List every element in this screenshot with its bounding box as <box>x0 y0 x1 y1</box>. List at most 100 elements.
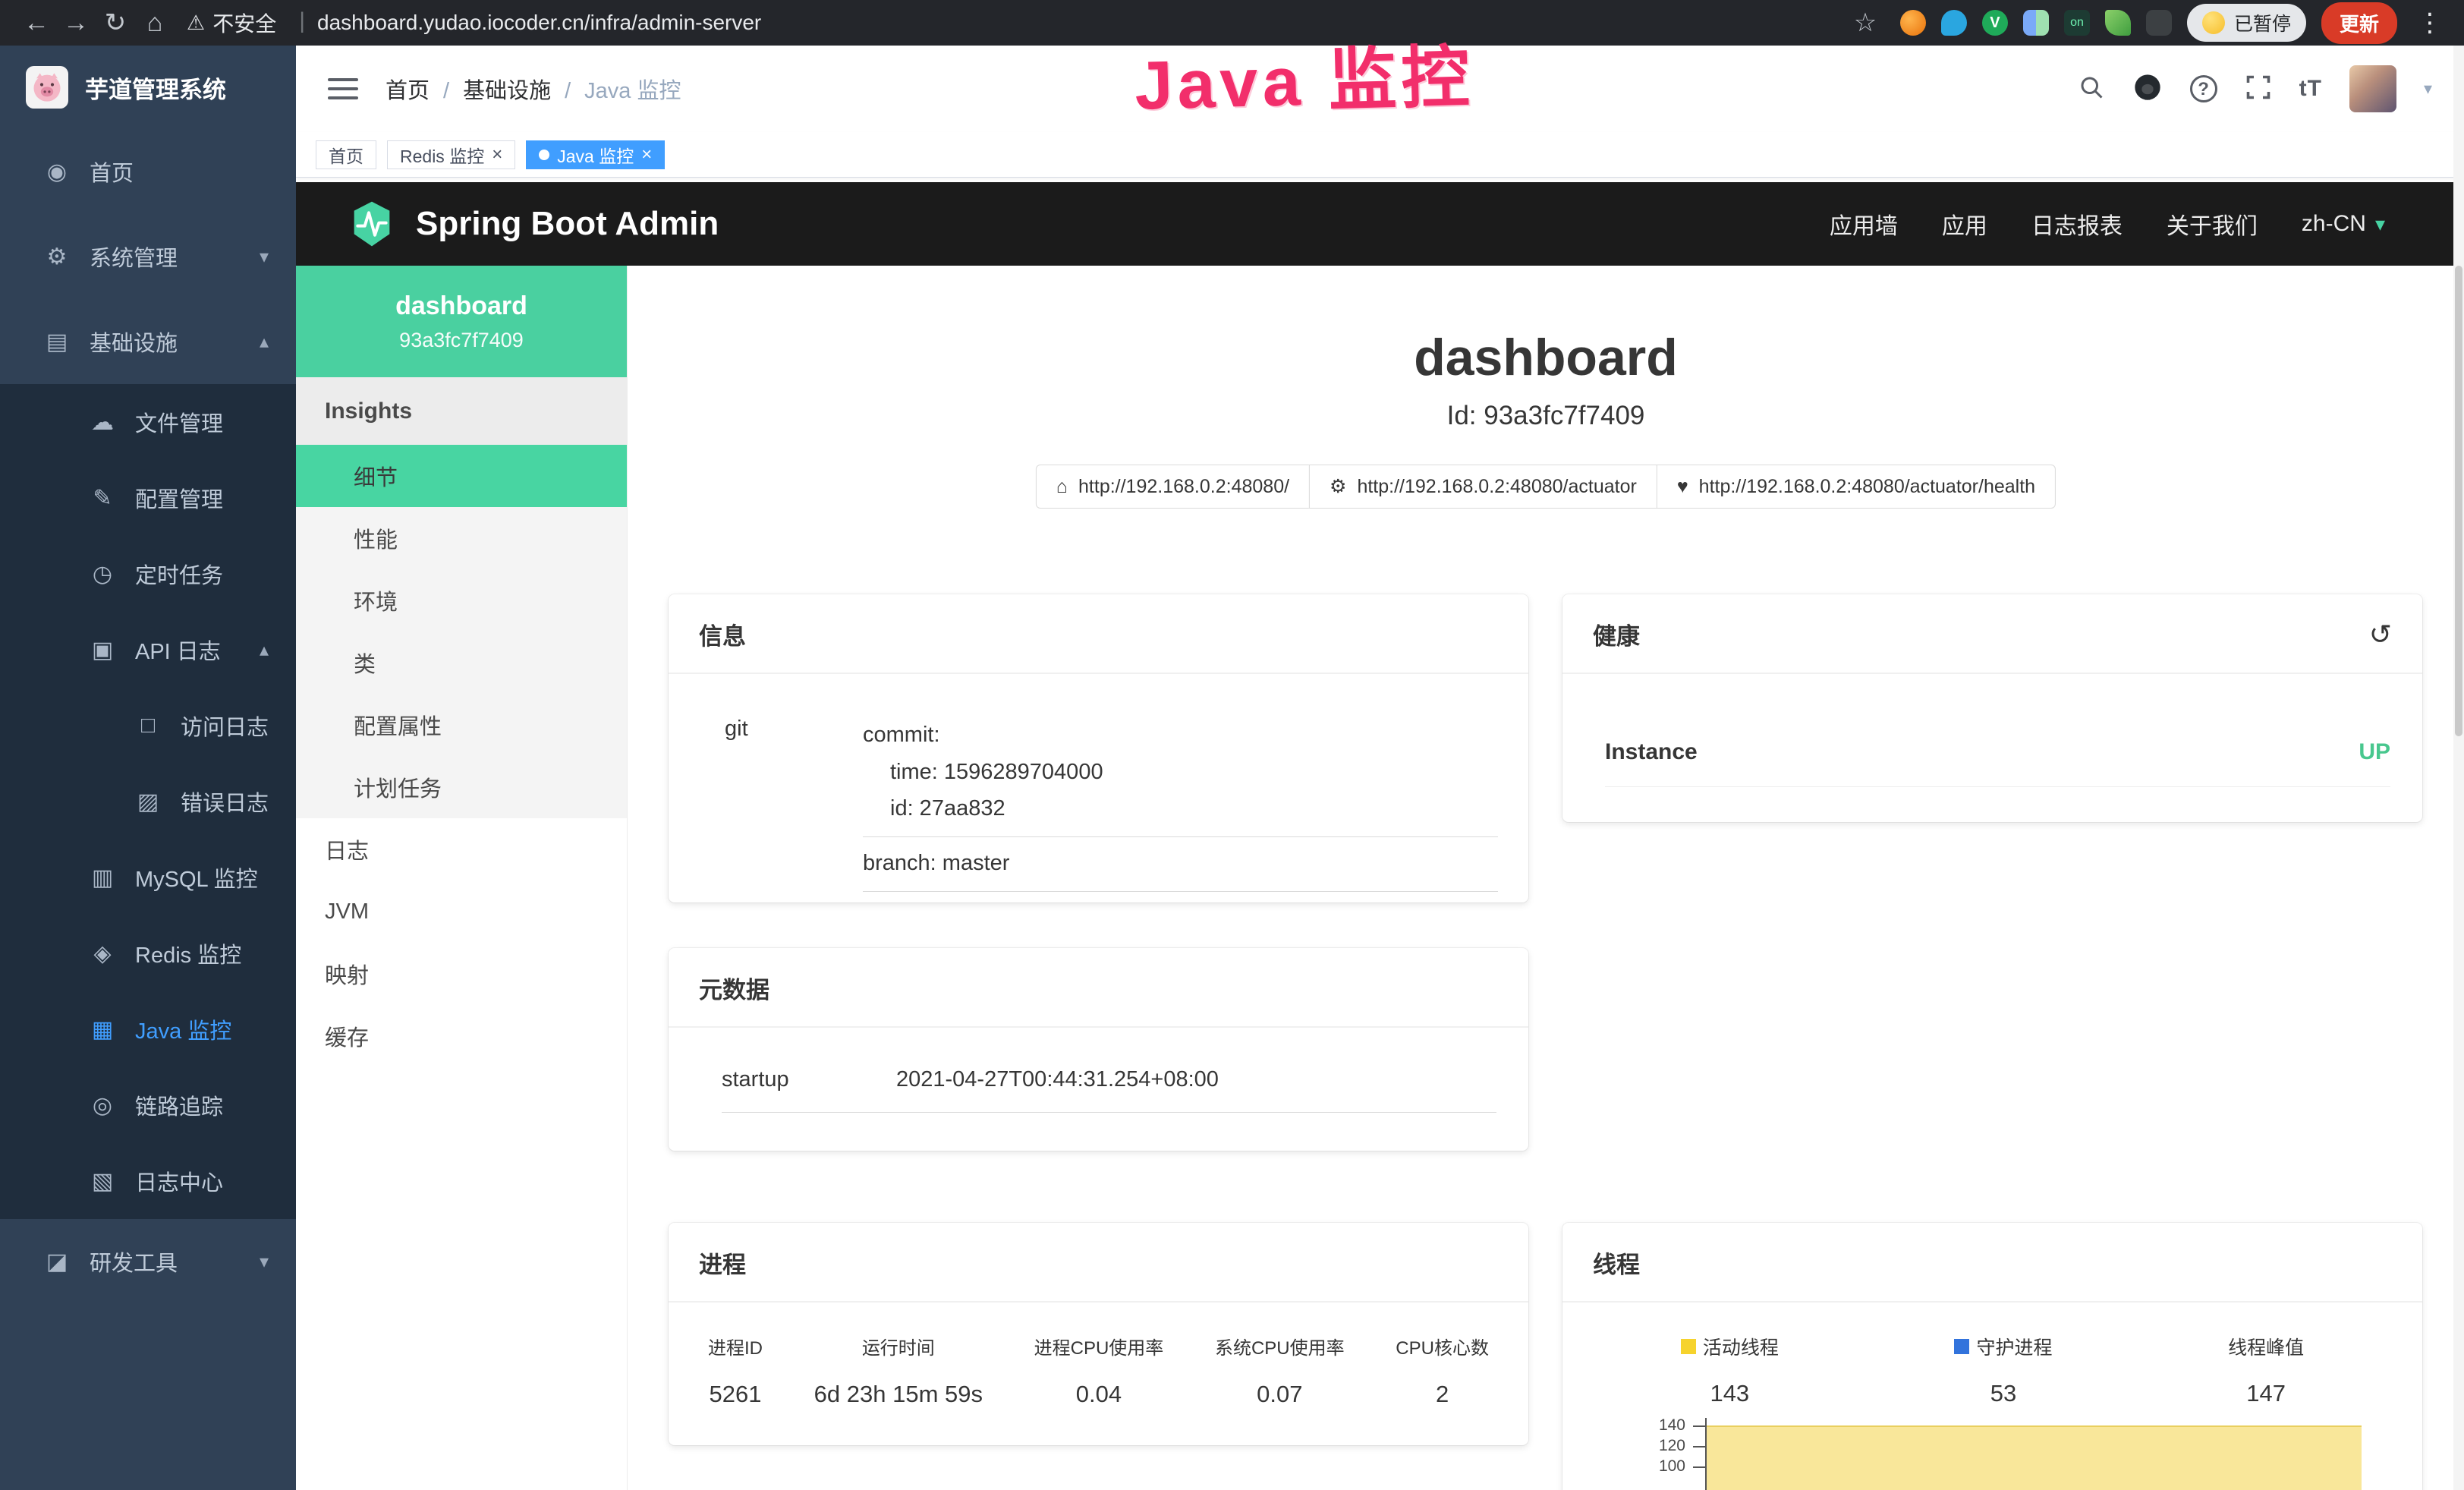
actuator-url-button[interactable]: ⚙ http://192.168.0.2:48080/actuator <box>1309 465 1657 509</box>
sidebar-item-label: 配置管理 <box>135 482 223 514</box>
history-icon[interactable]: ↺ <box>2369 619 2392 650</box>
browser-forward-button[interactable]: → <box>56 0 96 46</box>
legend-label-text: 线程峰值 <box>2228 1333 2304 1360</box>
app-logo[interactable]: 芋道管理系统 <box>0 46 296 129</box>
paused-badge[interactable]: 已暂停 <box>2187 4 2306 42</box>
browser-back-button[interactable]: ← <box>17 0 56 46</box>
extension-on-badge-icon[interactable]: on <box>2064 10 2090 36</box>
sba-nav-about[interactable]: 关于我们 <box>2167 207 2258 241</box>
scrollbar-thumb[interactable] <box>2455 266 2462 736</box>
sba-body: dashboard 93a3fc7f7409 Insights 细节 性能 环境… <box>296 266 2464 1490</box>
trace-icon: ◎ <box>85 1092 120 1119</box>
sidebar-item-api-logs[interactable]: ▣ API 日志 ▴ <box>0 612 296 688</box>
instance-nav-jvm[interactable]: JVM <box>296 880 627 943</box>
extensions-puzzle-icon[interactable] <box>2146 10 2172 36</box>
warning-icon: ⚠ <box>187 11 205 35</box>
fullscreen-icon[interactable] <box>2245 74 2272 105</box>
breadcrumb-infrastructure[interactable]: 基础设施 <box>430 73 551 105</box>
service-url-button[interactable]: ⌂ http://192.168.0.2:48080/ <box>1036 465 1310 509</box>
process-col-process-cpu: 进程CPU使用率 0.04 <box>1034 1333 1164 1408</box>
avatar[interactable] <box>2349 65 2396 112</box>
health-url-button[interactable]: ♥ http://192.168.0.2:48080/actuator/heal… <box>1657 465 2056 509</box>
instance-nav-config-props[interactable]: 配置属性 <box>296 694 627 756</box>
breadcrumb-current: Java 监控 <box>551 73 681 105</box>
instance-nav-environment[interactable]: 环境 <box>296 569 627 632</box>
sidebar-item-infrastructure[interactable]: ▤ 基础设施 ▴ <box>0 299 296 384</box>
browser-menu-button[interactable]: ⋮ <box>2412 8 2447 38</box>
sidebar-item-error-logs[interactable]: ▨ 错误日志 <box>0 764 296 840</box>
instance-nav-metrics[interactable]: 性能 <box>296 507 627 569</box>
chevron-up-icon: ▴ <box>260 331 269 353</box>
sba-brand[interactable]: Spring Boot Admin <box>348 200 719 248</box>
browser-reload-button[interactable]: ↻ <box>96 0 135 46</box>
sidebar-item-label: Java 监控 <box>135 1013 231 1045</box>
tag-label: Java 监控 <box>557 142 634 168</box>
instance-nav-classes[interactable]: 类 <box>296 632 627 694</box>
search-icon[interactable] <box>2078 74 2105 105</box>
sidebar-item-config-management[interactable]: ✎ 配置管理 <box>0 460 296 536</box>
instance-nav-caches[interactable]: 缓存 <box>296 1005 627 1067</box>
sidebar-item-label: 错误日志 <box>181 786 269 817</box>
locale-label: zh-CN <box>2302 211 2366 237</box>
sidebar-item-file-management[interactable]: ☁ 文件管理 <box>0 384 296 460</box>
tag-java-monitor[interactable]: Java 监控 × <box>526 140 665 169</box>
close-icon[interactable]: × <box>492 146 502 164</box>
browser-home-button[interactable]: ⌂ <box>135 0 175 46</box>
sidebar-item-log-center[interactable]: ▧ 日志中心 <box>0 1143 296 1219</box>
extension-drop-icon[interactable] <box>1941 10 1967 36</box>
page-scrollbar <box>2453 46 2464 1490</box>
font-size-icon[interactable]: tT <box>2299 76 2322 102</box>
extension-v-icon[interactable]: V <box>1982 10 2008 36</box>
close-icon[interactable]: × <box>641 146 652 164</box>
instance-nav-scheduled-tasks[interactable]: 计划任务 <box>296 756 627 818</box>
address-bar[interactable]: ⚠ 不安全 | dashboard.yudao.iocoder.cn/infra… <box>187 8 761 38</box>
extension-fox-icon[interactable] <box>1900 10 1926 36</box>
help-icon[interactable]: ? <box>2190 75 2217 102</box>
sba-logo-icon <box>348 200 396 248</box>
metadata-card-header: 元数据 <box>669 948 1528 1028</box>
health-status-badge: UP <box>2359 739 2390 765</box>
github-icon[interactable] <box>2132 72 2163 106</box>
sidebar-item-redis-monitor[interactable]: ◈ Redis 监控 <box>0 915 296 991</box>
sidebar-item-system-management[interactable]: ⚙ 系统管理 ▾ <box>0 214 296 299</box>
instance-nav-details[interactable]: 细节 <box>296 445 627 507</box>
sba-nav-wallboard[interactable]: 应用墙 <box>1830 207 1898 241</box>
instance-nav-logs[interactable]: 日志 <box>296 818 627 880</box>
heart-icon: ♥ <box>1677 476 1688 498</box>
sidebar-item-label: 文件管理 <box>135 406 223 438</box>
insights-group-header: Insights <box>296 377 627 445</box>
update-label: 更新 <box>2340 9 2379 37</box>
gear-icon: ⚙ <box>39 244 74 270</box>
sba-nav-applications[interactable]: 应用 <box>1942 207 1987 241</box>
process-col-pid: 进程ID 5261 <box>708 1333 763 1408</box>
sidebar-item-home[interactable]: ◉ 首页 <box>0 129 296 214</box>
info-value-git: commit: time: 1596289704000 id: 27aa832 … <box>863 717 1498 892</box>
update-button[interactable]: 更新 <box>2321 2 2397 44</box>
tag-redis-monitor[interactable]: Redis 监控 × <box>387 140 515 169</box>
instance-nav-mappings[interactable]: 映射 <box>296 943 627 1005</box>
sidebar-item-dev-tools[interactable]: ◪ 研发工具 ▾ <box>0 1219 296 1304</box>
extension-grid-icon[interactable] <box>2023 10 2049 36</box>
git-branch: branch: master <box>863 837 1498 892</box>
app-title: 芋道管理系统 <box>85 71 226 105</box>
sidebar-item-scheduled-tasks[interactable]: ◷ 定时任务 <box>0 536 296 612</box>
bookmark-star-icon[interactable]: ☆ <box>1846 0 1885 46</box>
sidebar-toggle-button[interactable] <box>328 78 358 99</box>
locale-selector[interactable]: zh-CN ▾ <box>2302 211 2385 237</box>
security-label[interactable]: 不安全 <box>212 8 276 38</box>
sidebar-item-access-logs[interactable]: □ 访问日志 <box>0 688 296 764</box>
sidebar-item-trace[interactable]: ◎ 链路追踪 <box>0 1067 296 1143</box>
sidebar-item-java-monitor[interactable]: ▦ Java 监控 <box>0 991 296 1067</box>
sba-nav-journal[interactable]: 日志报表 <box>2031 207 2123 241</box>
avatar-caret-icon[interactable]: ▾ <box>2424 79 2432 99</box>
breadcrumb-home[interactable]: 首页 <box>385 73 430 105</box>
extension-leaf-icon[interactable] <box>2105 10 2131 36</box>
sidebar-item-label: 首页 <box>90 156 134 187</box>
address-url[interactable]: dashboard.yudao.iocoder.cn/infra/admin-s… <box>317 11 761 35</box>
metadata-row: startup 2021-04-27T00:44:31.254+08:00 <box>722 1067 1496 1113</box>
process-col-label: 运行时间 <box>814 1333 983 1359</box>
threads-legend: 活动线程 143 守护进程 53 <box>1593 1333 2392 1407</box>
tag-home[interactable]: 首页 <box>316 140 376 169</box>
instance-header[interactable]: dashboard 93a3fc7f7409 <box>296 266 627 377</box>
sidebar-item-mysql-monitor[interactable]: ▥ MySQL 监控 <box>0 840 296 915</box>
